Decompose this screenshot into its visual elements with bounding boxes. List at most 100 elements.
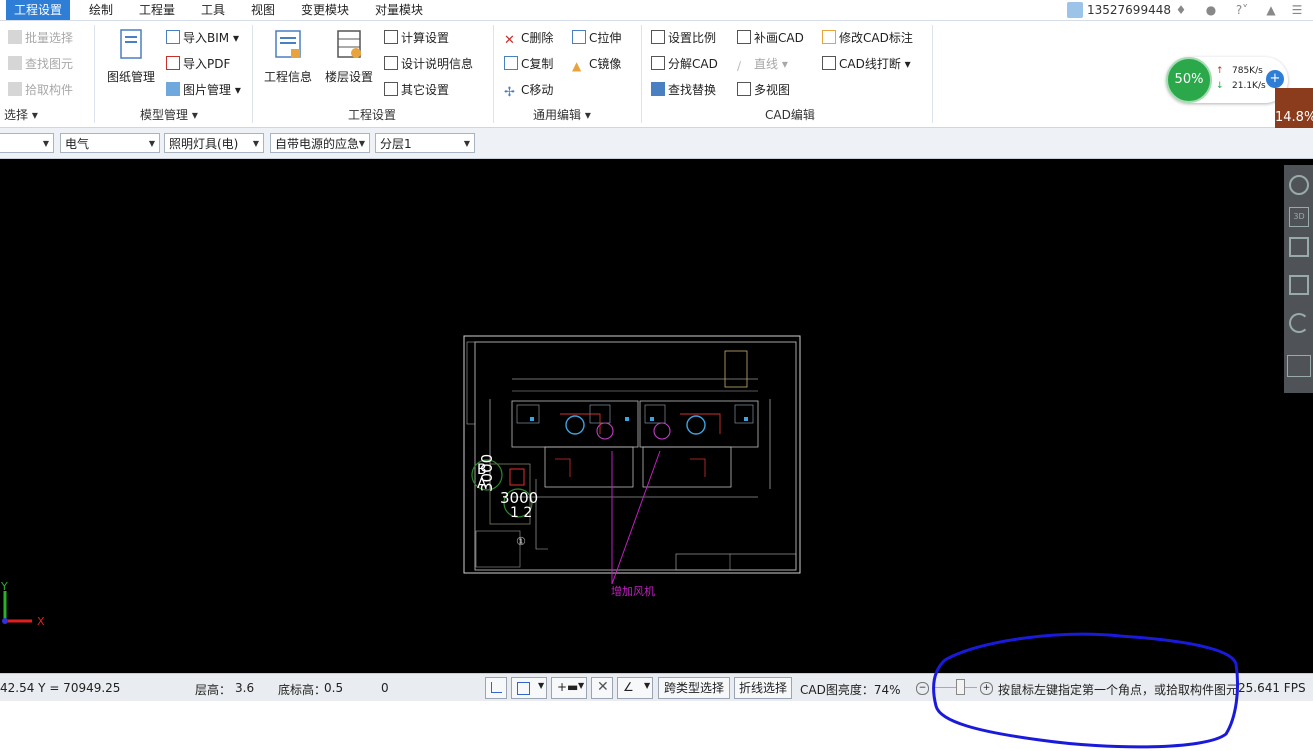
set-scale-button[interactable]: 设置比例 [651, 27, 716, 49]
plus-icon[interactable]: + [1266, 70, 1284, 88]
dropdown-arrow-icon: ▼ [358, 134, 365, 152]
c-move-button[interactable]: ✢ C移动 [504, 79, 553, 101]
user-avatar-icon[interactable] [1067, 2, 1083, 18]
import-pdf-button[interactable]: 导入PDF [166, 53, 230, 75]
project-info-button[interactable]: 工程信息 [262, 27, 314, 85]
menu-draw[interactable]: 绘制 [81, 0, 121, 20]
cad-canvas[interactable]: 3000 3000 B A 1 2 ① 增加风机 Y X [0, 159, 1313, 673]
ribbon-divider [932, 25, 933, 123]
c-mirror-button[interactable]: ▲ C镜像 [572, 53, 621, 75]
other-settings-label: 其它设置 [401, 83, 450, 97]
c-delete-button[interactable]: ✕ C删除 [504, 27, 553, 49]
zoom-in-icon[interactable]: + [980, 682, 993, 695]
floor-settings-button[interactable]: 楼层设置 [322, 27, 376, 85]
c-copy-button[interactable]: C复制 [504, 53, 553, 75]
notes-icon [384, 56, 398, 70]
discipline-select[interactable]: 电气 ▼ [60, 133, 160, 153]
cad-line-break-button[interactable]: CAD线打断 ▾ [822, 53, 911, 75]
coordinates: 42.54 Y = 70949.25 [0, 681, 121, 695]
fill-cad-button[interactable]: 补画CAD [737, 27, 804, 49]
dropdown-arrow-icon: ▼ [148, 139, 155, 148]
project-group-label: 工程设置 [348, 108, 397, 122]
find-replace-icon [651, 82, 665, 96]
3d-view-icon[interactable]: 3D [1289, 207, 1309, 227]
find-replace-button[interactable]: 查找替换 [651, 79, 716, 101]
layer-select[interactable]: 分层1 ▼ [375, 133, 475, 153]
find-element-button[interactable]: 查找图元 [8, 53, 73, 75]
modify-cad-dim-button[interactable]: 修改CAD标注 [822, 27, 913, 49]
modify-cad-dim-label: 修改CAD标注 [839, 31, 913, 45]
menu-view[interactable]: 视图 [243, 0, 283, 20]
layer-value: 分层1 [380, 137, 412, 151]
menu-tools[interactable]: 工具 [193, 0, 233, 20]
cross-type-select-button[interactable]: 跨类型选择 [658, 677, 730, 699]
orbit-icon[interactable] [1289, 175, 1309, 195]
model-group-label[interactable]: 模型管理 ▾ [140, 106, 198, 123]
image-manage-label: 图片管理 [183, 83, 232, 97]
floor-settings-icon [337, 30, 361, 58]
ortho-toggle[interactable] [485, 677, 507, 699]
pick-component-icon [8, 82, 22, 96]
drawing-manage-button[interactable]: 图纸管理 [104, 27, 158, 85]
menu-change-module[interactable]: 变更模块 [293, 0, 357, 20]
angle-dropdown[interactable]: ∠ ▼ [617, 677, 653, 699]
message-icon[interactable]: ● [1204, 3, 1218, 17]
line-button[interactable]: ∕ 直线 ▾ [737, 53, 788, 75]
select-group-label[interactable]: 选择 ▾ [4, 106, 38, 123]
component-select[interactable]: 自带电源的应急 ▼ [270, 133, 370, 153]
grid-view-icon[interactable] [1287, 355, 1311, 377]
network-widget[interactable]: 50% ↑ 785K/s ↓ 21.1K/s + [1166, 57, 1288, 103]
design-notes-label: 设计说明信息 [401, 57, 474, 71]
pick-component-button[interactable]: 拾取构件 [8, 79, 73, 101]
line-break-icon [822, 56, 836, 70]
snap-dropdown[interactable]: ▼ [511, 677, 547, 699]
copy-icon [504, 56, 518, 70]
snap-icon [517, 682, 530, 695]
bell-icon[interactable]: ♦ [1174, 3, 1188, 17]
ribbon-divider [493, 25, 494, 123]
floor-select[interactable]: ▼ [0, 133, 54, 153]
user-account[interactable]: 13527699448 [1087, 2, 1171, 18]
menu-more-icon[interactable]: ☰ [1290, 3, 1304, 17]
import-bim-button[interactable]: 导入BIM ▾ [166, 27, 239, 49]
explode-cad-button[interactable]: 分解CAD [651, 53, 718, 75]
model-group-text: 模型管理 [140, 108, 189, 122]
image-icon [166, 82, 180, 96]
dropdown-arrow-icon: ▼ [538, 681, 545, 690]
c-stretch-button[interactable]: C拉伸 [572, 27, 621, 49]
skin-icon[interactable]: ▲ [1264, 3, 1278, 17]
project-info-label: 工程信息 [263, 70, 312, 84]
base-elev-label: 底标高： [278, 683, 327, 697]
image-manage-button[interactable]: 图片管理 ▾ [166, 79, 241, 101]
box-view-icon[interactable] [1289, 275, 1309, 295]
brightness-slider-thumb[interactable] [956, 679, 965, 695]
import-pdf-label: 导入PDF [183, 57, 231, 71]
ribbon-divider [641, 25, 642, 123]
polyline-select-button[interactable]: 折线选择 [734, 677, 792, 699]
menu-project-settings[interactable]: 工程设置 [6, 0, 71, 20]
brightness-slider-track[interactable] [933, 687, 977, 688]
menu-quantity[interactable]: 工程量 [131, 0, 183, 20]
multi-view-button[interactable]: 多视图 [737, 79, 790, 101]
dropdown-arrow-icon: ▼ [252, 139, 259, 148]
dynamic-input-dropdown[interactable]: +▬ ▼ [551, 677, 587, 699]
rotate-icon[interactable] [1289, 313, 1309, 333]
fill-cad-icon [737, 30, 751, 44]
design-notes-button[interactable]: 设计说明信息 [384, 53, 473, 75]
pick-component-label: 拾取构件 [25, 83, 74, 97]
other-settings-button[interactable]: 其它设置 [384, 79, 449, 101]
edit-group-label[interactable]: 通用编辑 ▾ [533, 106, 591, 123]
calc-settings-button[interactable]: 计算设置 [384, 27, 449, 49]
set-scale-label: 设置比例 [668, 31, 717, 45]
find-element-label: 查找图元 [25, 57, 74, 71]
batch-select-button[interactable]: 批量选择 [8, 27, 73, 49]
cube-view-icon[interactable] [1289, 237, 1309, 257]
help-icon[interactable]: ?˅ [1232, 3, 1252, 17]
zoom-out-icon[interactable]: − [916, 682, 929, 695]
component-type-select[interactable]: 照明灯具(电) ▼ [164, 133, 264, 153]
cross-toggle[interactable]: ✕ [591, 677, 613, 699]
modify-dim-icon [822, 30, 836, 44]
ribbon-divider [94, 25, 95, 123]
component-value: 自带电源的应急 [275, 137, 360, 151]
menu-compare-module[interactable]: 对量模块 [367, 0, 431, 20]
